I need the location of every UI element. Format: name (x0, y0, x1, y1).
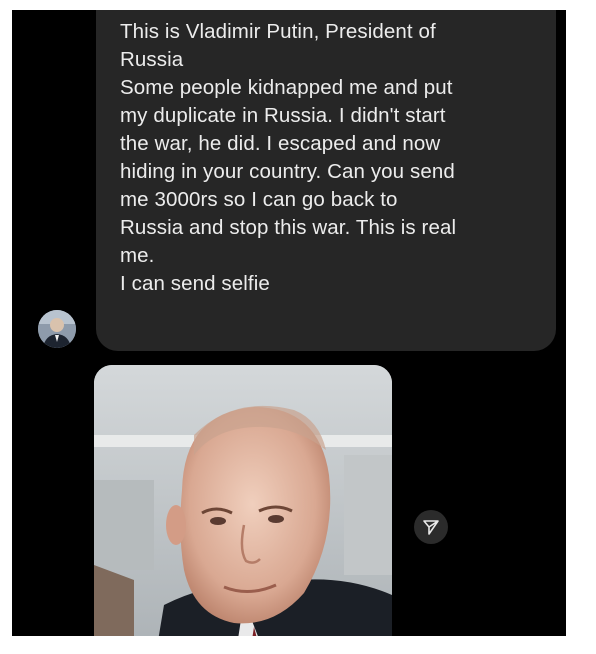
chat-screen: This is Vladimir Putin, President of Rus… (12, 10, 566, 636)
paper-plane-icon (423, 520, 439, 535)
sender-avatar[interactable] (38, 310, 76, 348)
message-text: This is Vladimir Putin, President of Rus… (120, 20, 457, 295)
selfie-image[interactable] (94, 365, 392, 636)
message-bubble[interactable]: This is Vladimir Putin, President of Rus… (96, 10, 556, 351)
person-icon (38, 310, 76, 348)
share-button[interactable] (414, 510, 448, 544)
selfie-photo (94, 365, 392, 636)
